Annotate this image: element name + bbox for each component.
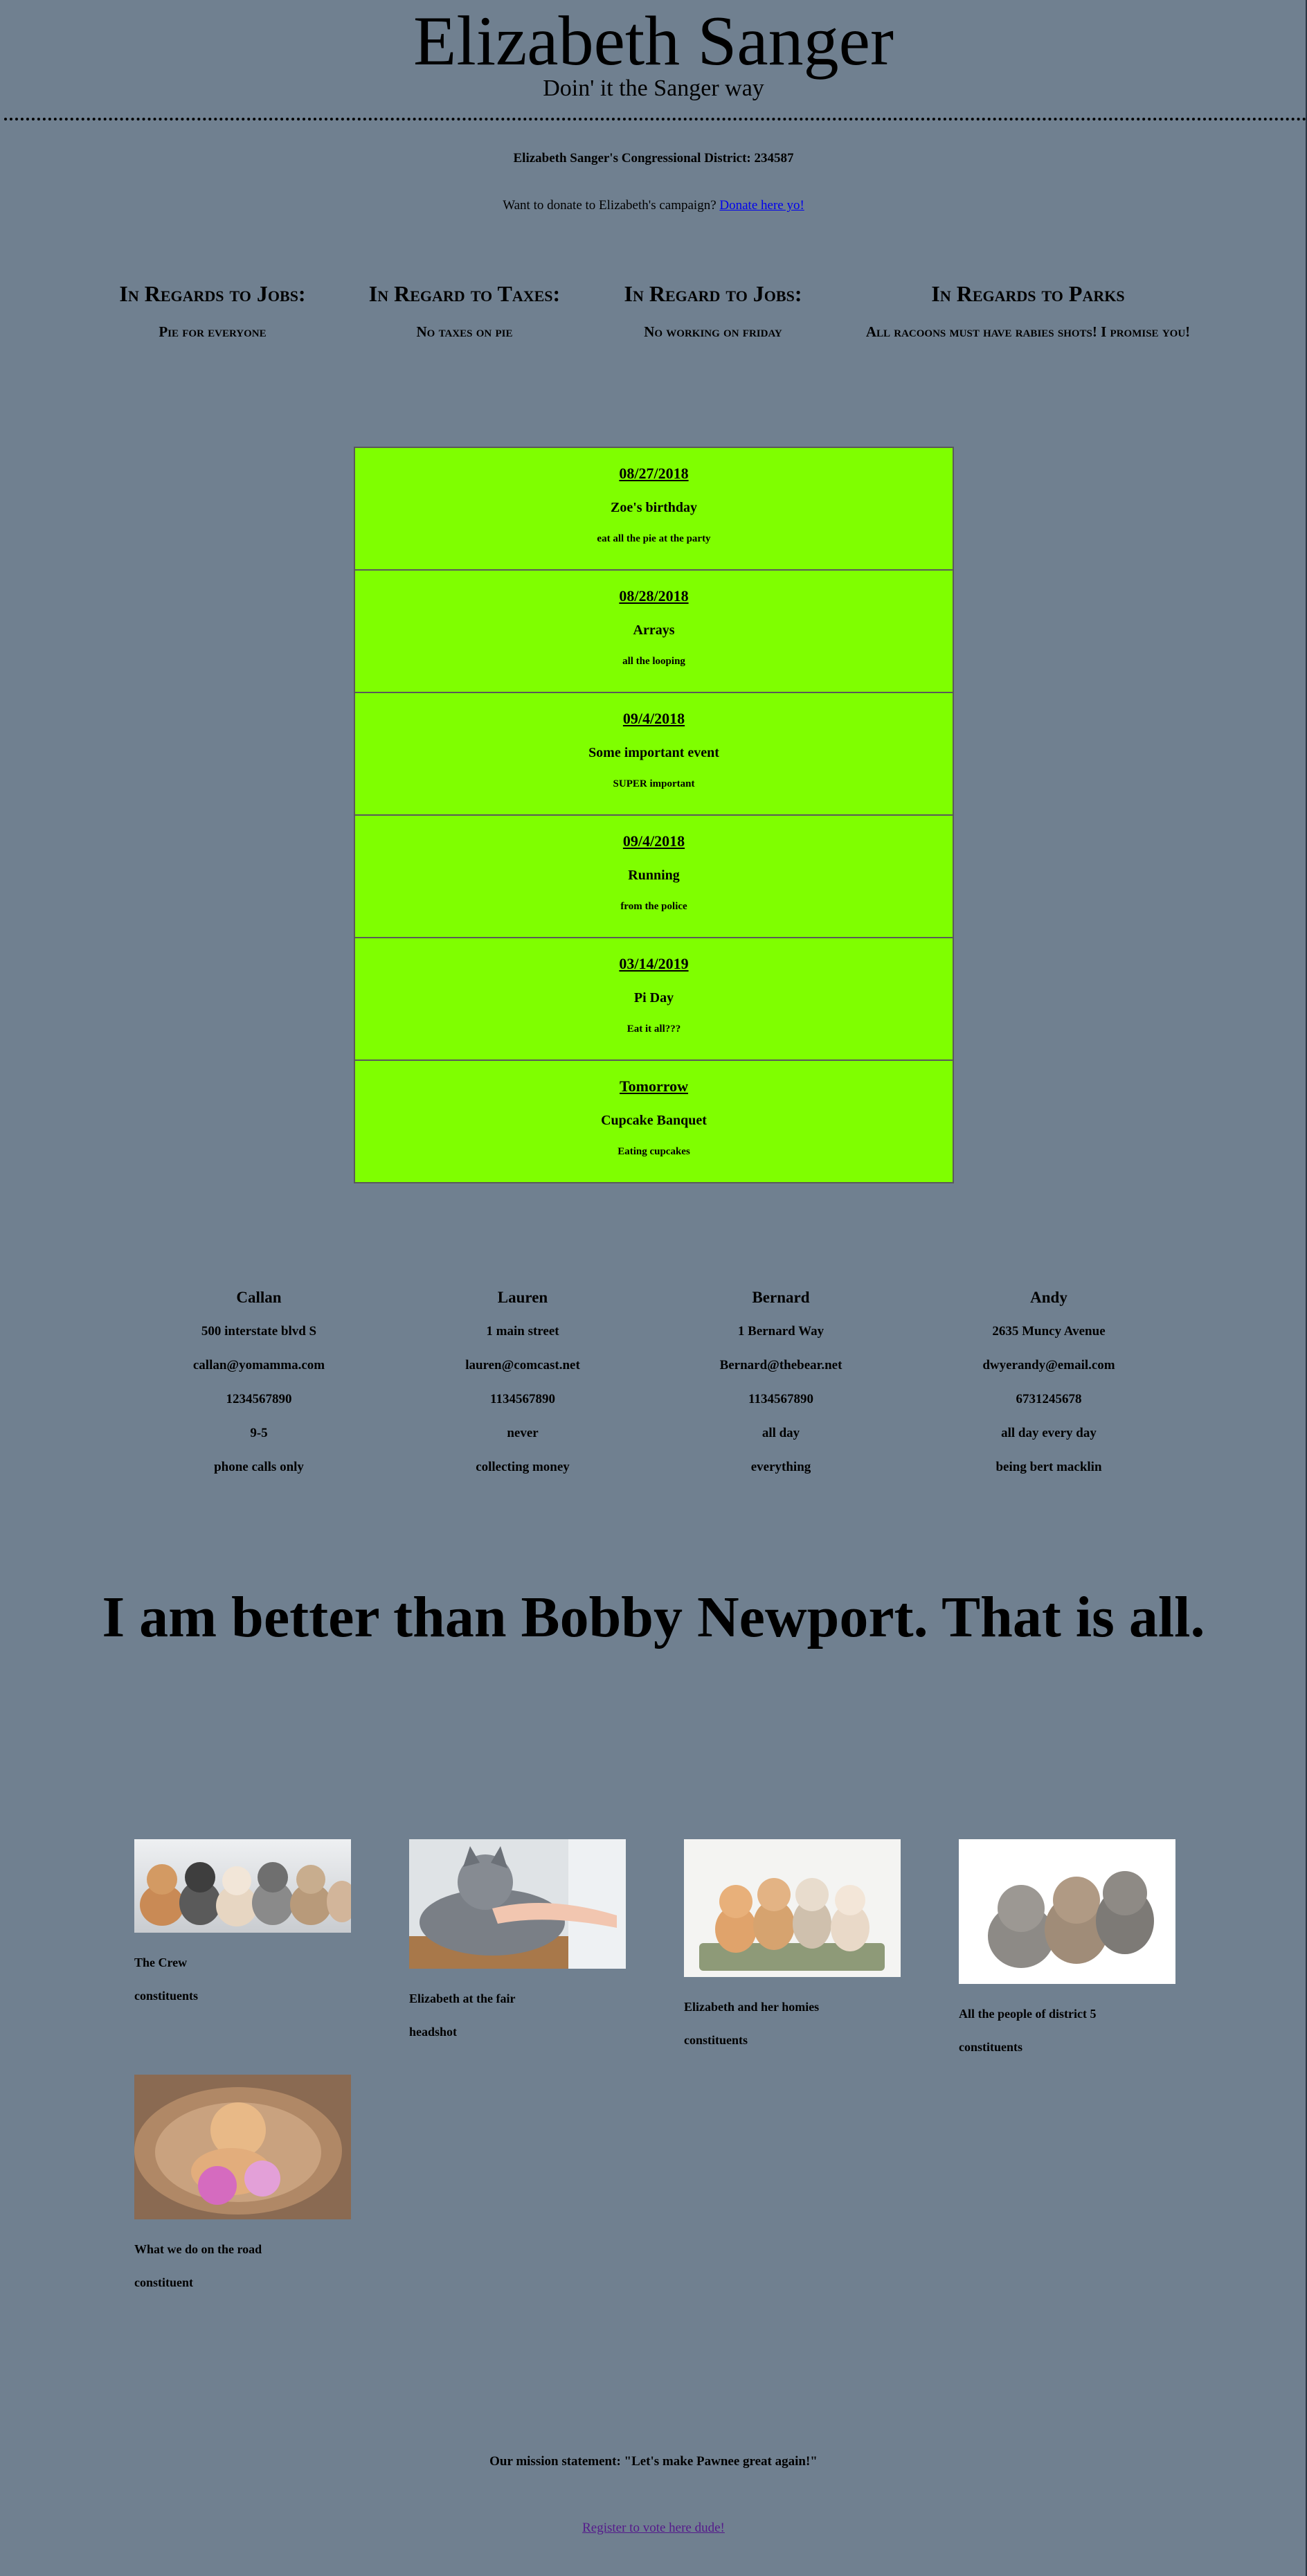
issue-body: All racoons must have rabies shots! I pr… (865, 323, 1191, 340)
event-date: 03/14/2019 (619, 955, 689, 972)
staff-phone: 1134567890 (748, 1392, 813, 1406)
event-name: Arrays (633, 623, 675, 638)
event-date: 09/4/2018 (622, 710, 685, 727)
staff-email: dwyerandy@email.com (982, 1358, 1115, 1372)
event-desc: all the looping (622, 656, 685, 667)
issue-parks: In Regards to Parks All racoons must hav… (851, 280, 1205, 341)
issue-heading: In Regards to Parks (931, 281, 1125, 306)
event-name: Zoe's birthday (610, 500, 698, 515)
issue-taxes: In Regard to Taxes: No taxes on pie (361, 280, 568, 341)
kittens-row-image (134, 1839, 351, 1933)
gallery-caption: All the people of district 5 (959, 2007, 1097, 2021)
staff-callan: Callan 500 interstate blvd S callan@yoma… (148, 1288, 370, 1475)
staff-lauren: Lauren 1 main street lauren@comcast.net … (412, 1288, 633, 1475)
tabby-kittens-image (959, 1839, 1175, 1984)
gallery-item: What we do on the road constituent (134, 2075, 352, 2290)
gallery-item: All the people of district 5 constituent… (959, 1839, 1176, 2055)
event-date: 08/28/2018 (619, 587, 689, 605)
event-date: Tomorrow (620, 1077, 688, 1095)
issue-body: No working on friday (644, 323, 782, 340)
gallery-item: Elizabeth and her homies constituents (684, 1839, 901, 2048)
staff-address: 1 main street (486, 1324, 559, 1339)
event-card: 09/4/2018 Some important event SUPER imp… (354, 693, 954, 816)
event-desc: eat all the pie at the party (597, 533, 711, 544)
event-name: Some important event (588, 745, 719, 760)
staff-name: Andy (1030, 1289, 1067, 1306)
staff-phone: 1134567890 (490, 1392, 555, 1406)
gallery-subcaption: constituents (959, 2040, 1023, 2054)
event-date: 08/27/2018 (619, 465, 689, 482)
issue-jobs-2: In Regard to Jobs: No working on friday (609, 280, 817, 341)
staff-phone: 1234567890 (226, 1392, 292, 1406)
staff-name: Lauren (497, 1289, 548, 1306)
staff-bernard: Bernard 1 Bernard Way Bernard@thebear.ne… (670, 1288, 892, 1475)
staff-hours: all day (761, 1426, 800, 1440)
issue-heading: In Regard to Taxes: (368, 281, 561, 306)
issue-heading: In Regards to Jobs: (119, 281, 306, 306)
event-desc: Eat it all??? (627, 1023, 681, 1035)
event-desc: SUPER important (613, 778, 695, 789)
issue-body: No taxes on pie (416, 323, 513, 340)
event-name: Cupcake Banquet (601, 1113, 707, 1128)
gallery-item: Elizabeth at the fair headshot (409, 1839, 627, 2039)
header-divider (4, 118, 1307, 120)
donate-line: Want to donate to Elizabeth's campaign? … (0, 198, 1307, 213)
staff-email: callan@yomamma.com (192, 1358, 325, 1372)
events-list: 08/27/2018 Zoe's birthday eat all the pi… (354, 447, 954, 1183)
staff-note: collecting money (476, 1460, 570, 1474)
event-name: Pi Day (633, 990, 674, 1005)
grey-cat-image (409, 1839, 626, 1969)
staff-email: lauren@comcast.net (465, 1358, 580, 1372)
gallery-subcaption: constituent (134, 2275, 193, 2289)
staff-name: Bernard (752, 1289, 810, 1306)
gallery-subcaption: constituents (134, 1989, 199, 2003)
gallery-caption: Elizabeth at the fair (409, 1992, 516, 2005)
district-info: Elizabeth Sanger's Congressional Distric… (513, 151, 794, 166)
event-card: 09/4/2018 Running from the police (354, 816, 954, 938)
event-date: 09/4/2018 (622, 832, 685, 850)
staff-hours: all day every day (1001, 1426, 1097, 1440)
register-link[interactable]: Register to vote here dude! (582, 2521, 725, 2535)
gallery-caption: What we do on the road (134, 2242, 262, 2256)
gallery-caption: Elizabeth and her homies (684, 2000, 820, 2014)
gallery-item: The Crew constituents (134, 1839, 352, 2003)
event-desc: Eating cupcakes (618, 1146, 690, 1157)
staff-note: phone calls only (214, 1460, 304, 1474)
event-card: 08/27/2018 Zoe's birthday eat all the pi… (354, 447, 954, 571)
staff-phone: 6731245678 (1016, 1392, 1082, 1406)
event-desc: from the police (620, 901, 687, 912)
staff-andy: Andy 2635 Muncy Avenue dwyerandy@email.c… (938, 1288, 1160, 1475)
site-subtitle: Doin' it the Sanger way (543, 75, 764, 101)
event-card: Tomorrow Cupcake Banquet Eating cupcakes (354, 1061, 954, 1183)
kittens-basket-image (684, 1839, 901, 1977)
gallery-subcaption: constituents (684, 2033, 748, 2047)
staff-hours: 9-5 (250, 1426, 268, 1440)
site-title: Elizabeth Sanger (413, 2, 894, 80)
event-card: 08/28/2018 Arrays all the looping (354, 571, 954, 693)
issue-body: Pie for everyone (159, 323, 267, 340)
donate-text: Want to donate to Elizabeth's campaign? (503, 198, 720, 213)
event-card: 03/14/2019 Pi Day Eat it all??? (354, 938, 954, 1061)
event-name: Running (628, 868, 680, 883)
staff-email: Bernard@thebear.net (719, 1358, 842, 1372)
issue-heading: In Regard to Jobs: (624, 281, 802, 306)
gallery-subcaption: headshot (409, 2025, 458, 2039)
staff-note: everything (750, 1460, 811, 1474)
kitten-yarn-image (134, 2075, 351, 2219)
staff-note: being bert macklin (995, 1460, 1102, 1474)
staff-name: Callan (236, 1289, 282, 1306)
mission-statement: Our mission statement: "Let's make Pawne… (489, 2454, 818, 2469)
gallery-caption: The Crew (134, 1956, 188, 1969)
issue-jobs: In Regards to Jobs: Pie for everyone (105, 280, 320, 341)
staff-address: 1 Bernard Way (737, 1324, 824, 1339)
staff-hours: never (507, 1426, 539, 1440)
donate-link[interactable]: Donate here yo! (719, 198, 804, 213)
staff-address: 2635 Muncy Avenue (992, 1324, 1106, 1339)
register-line: Register to vote here dude! (0, 2521, 1307, 2536)
staff-address: 500 interstate blvd S (201, 1324, 317, 1339)
slogan-heading: I am better than Bobby Newport. That is … (102, 1585, 1205, 1649)
